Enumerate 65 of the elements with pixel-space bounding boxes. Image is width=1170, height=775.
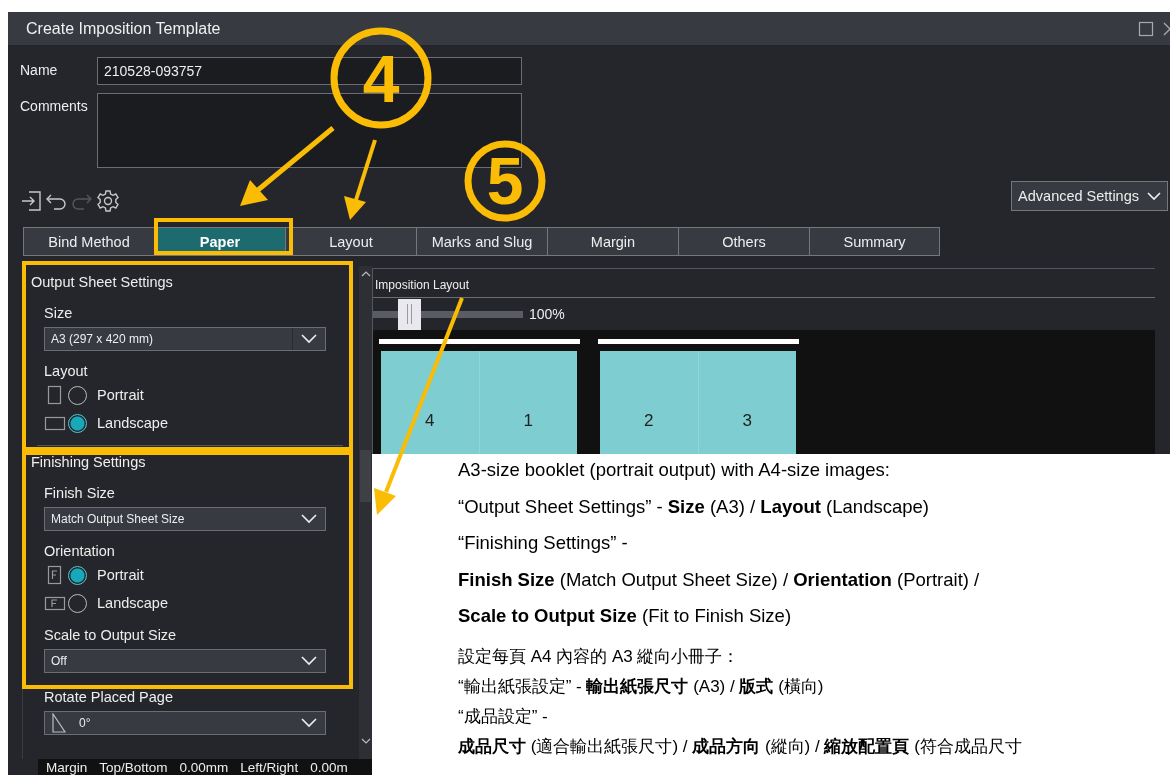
note-line: A3-size booklet (portrait output) with A4-size images: <box>458 459 891 482</box>
chevron-down-icon <box>301 514 317 524</box>
panel-title: Imposition Layout <box>373 269 1155 298</box>
margin-value: 0.00mm <box>179 759 229 775</box>
scrollbar[interactable] <box>359 266 372 759</box>
field-label: Rotate Placed Page <box>44 689 174 705</box>
note-line: 設定每頁 A4 內容的 A3 縱向小冊子： <box>458 645 741 668</box>
chevron-down-icon <box>301 656 317 666</box>
tab[interactable]: Margin <box>547 227 678 256</box>
slider-thumb[interactable] <box>398 298 422 330</box>
advanced-settings-dropdown[interactable]: Advanced Settings <box>1011 181 1168 211</box>
note-line: “Finishing Settings” - <box>458 532 629 555</box>
rotate-dropdown[interactable]: 0° <box>44 711 326 735</box>
radio-label: Portrait <box>97 387 144 403</box>
tab[interactable]: Layout <box>285 227 416 256</box>
scroll-thumb[interactable] <box>360 450 371 502</box>
page-number: 1 <box>523 411 533 431</box>
triangle-icon <box>51 713 67 733</box>
note-line: 成品尺寸 (適合輸出紙張尺寸) / 成品方向 (縱向) / 縮放配置頁 (符合成品尺寸 <box>458 735 1023 758</box>
page-number: 2 <box>644 411 654 431</box>
section-title: Finishing Settings <box>31 454 147 472</box>
tab[interactable]: Others <box>678 227 809 256</box>
field-label: Layout <box>44 363 89 379</box>
tab[interactable]: Summary <box>809 227 940 256</box>
note-line: “成品設定” - <box>458 705 549 728</box>
marker-circle: 4 <box>330 27 432 129</box>
margin-label: Margin <box>46 759 88 775</box>
chevron-down-icon <box>301 718 317 728</box>
note-line: “Output Sheet Settings” - Size (A3) / Layout (Landscape) <box>458 495 930 519</box>
settings-icon[interactable] <box>96 189 120 213</box>
tab[interactable]: Bind Method <box>23 227 154 256</box>
field-label: Orientation <box>44 543 116 559</box>
note-line: Finish Size (Match Output Sheet Size) / Orientation (Portrait) / <box>458 568 981 592</box>
note-line: “輸出紙張設定” - 輸出紙張尺寸 (A3) / 版式 (橫向) <box>458 675 825 698</box>
field-label: Size <box>44 305 74 321</box>
margin-label: Left/Right <box>240 759 299 775</box>
zoom-slider[interactable] <box>373 298 523 330</box>
tab[interactable]: Marks and Slug <box>416 227 547 256</box>
section-title: Output Sheet Settings <box>31 274 174 292</box>
chevron-down-icon <box>1147 191 1161 201</box>
radio-label: Portrait <box>97 567 144 583</box>
page-number: 3 <box>742 411 752 431</box>
size-dropdown[interactable]: A3 (297 x 420 mm) <box>44 327 326 351</box>
note-line: Scale to Output Size (Fit to Finish Size) <box>458 605 793 628</box>
radio-button[interactable] <box>68 413 87 433</box>
marker-circle: 5 <box>464 140 546 222</box>
maximize-icon[interactable] <box>1138 20 1154 37</box>
radio-label: Landscape <box>97 595 168 611</box>
scroll-down-icon[interactable] <box>360 737 371 745</box>
margin-value: 0.00m <box>310 759 348 775</box>
field-label: Finish Size <box>44 485 116 501</box>
field-label: Comments <box>20 97 89 114</box>
chevron-down-icon <box>301 334 317 344</box>
field-label: Name <box>20 61 59 78</box>
field-label: Scale to Output Size <box>44 627 178 643</box>
zoom-reading: 100% <box>529 306 565 322</box>
page-number: 4 <box>425 411 435 431</box>
margin-label: Top/Bottom <box>99 759 168 775</box>
radio-button[interactable] <box>68 565 87 585</box>
scale-dropdown[interactable]: Off <box>44 649 326 673</box>
finish-size-dropdown[interactable]: Match Output Sheet Size <box>44 507 326 531</box>
scroll-up-icon[interactable] <box>360 270 371 278</box>
radio-label: Landscape <box>97 415 168 431</box>
export-icon[interactable] <box>20 190 42 212</box>
window-title: Create Imposition Template <box>26 19 221 38</box>
